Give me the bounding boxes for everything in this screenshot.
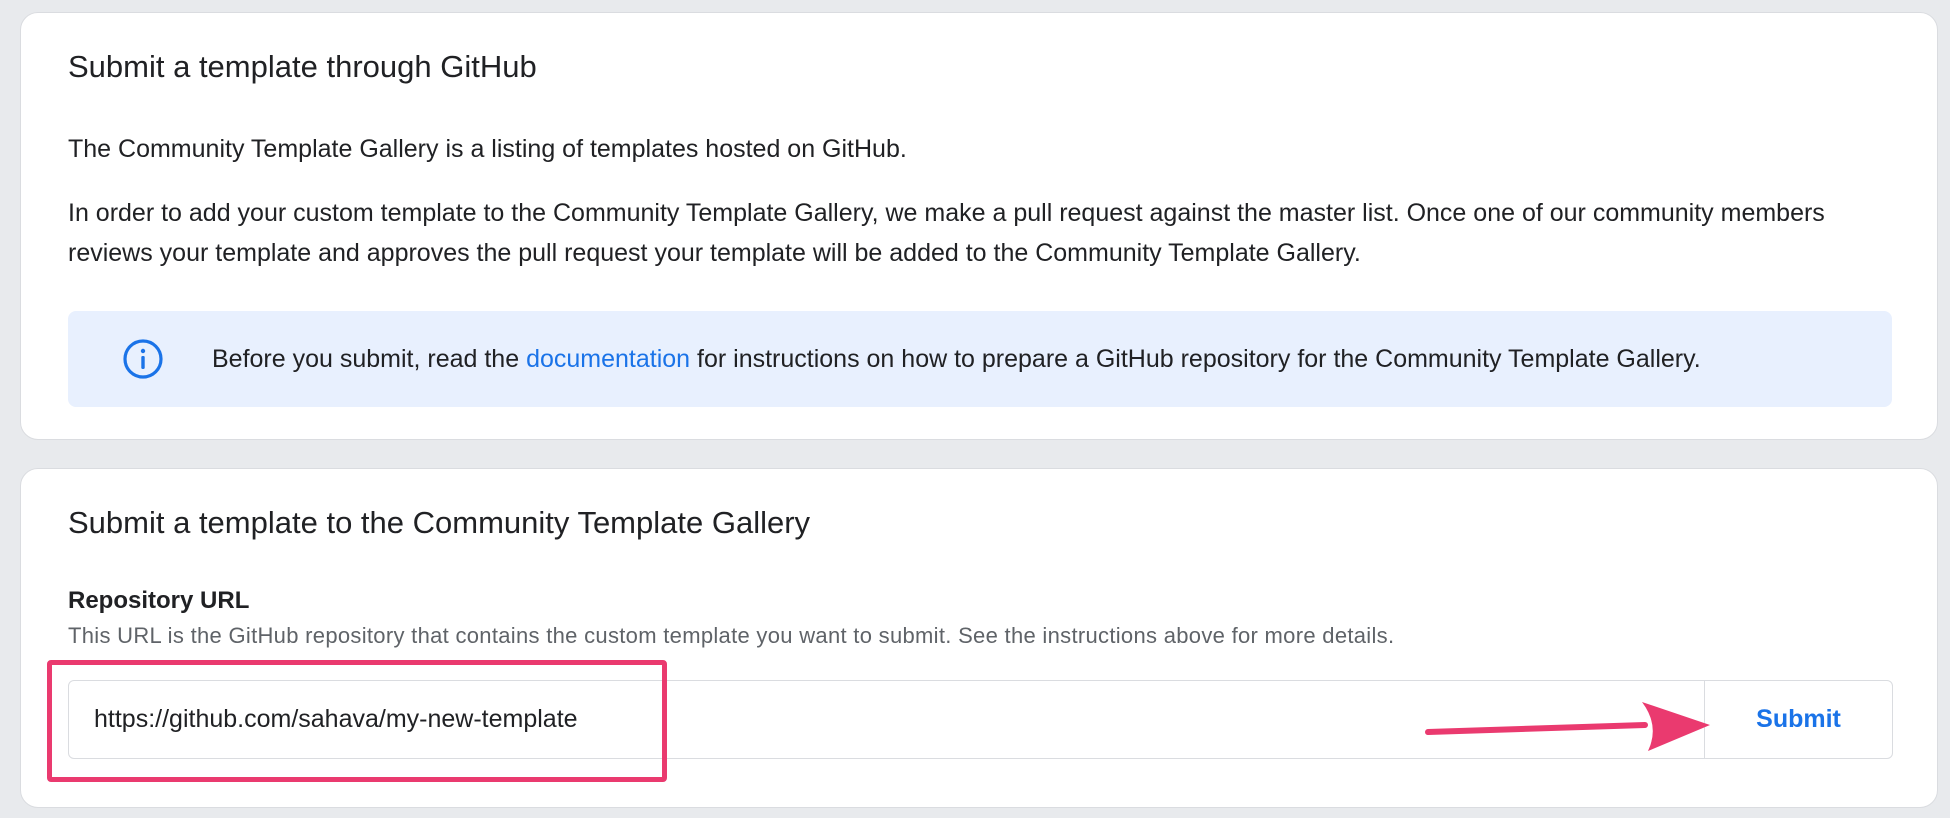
info-banner: Before you submit, read the documentatio… [68,311,1892,407]
info-text-before: Before you submit, read the [212,345,527,373]
github-info-card: Submit a template through GitHub The Com… [20,12,1938,440]
info-icon [123,339,163,379]
card-title: Submit a template to the Community Templ… [68,505,811,540]
repository-url-help: This URL is the GitHub repository that c… [68,623,1395,648]
submit-button[interactable]: Submit [1704,681,1892,758]
info-text: Before you submit, read the documentatio… [212,339,1701,379]
repository-url-label: Repository URL [68,587,250,614]
submit-template-card: Submit a template to the Community Templ… [20,468,1938,808]
documentation-link[interactable]: documentation [526,345,690,373]
intro-paragraph: The Community Template Gallery is a list… [68,135,907,163]
repository-url-row: Submit [68,680,1893,759]
repository-url-input[interactable] [69,681,1704,758]
info-text-after: for instructions on how to prepare a Git… [690,345,1701,373]
process-paragraph: In order to add your custom template to … [68,199,1825,267]
card-title: Submit a template through GitHub [68,49,537,84]
